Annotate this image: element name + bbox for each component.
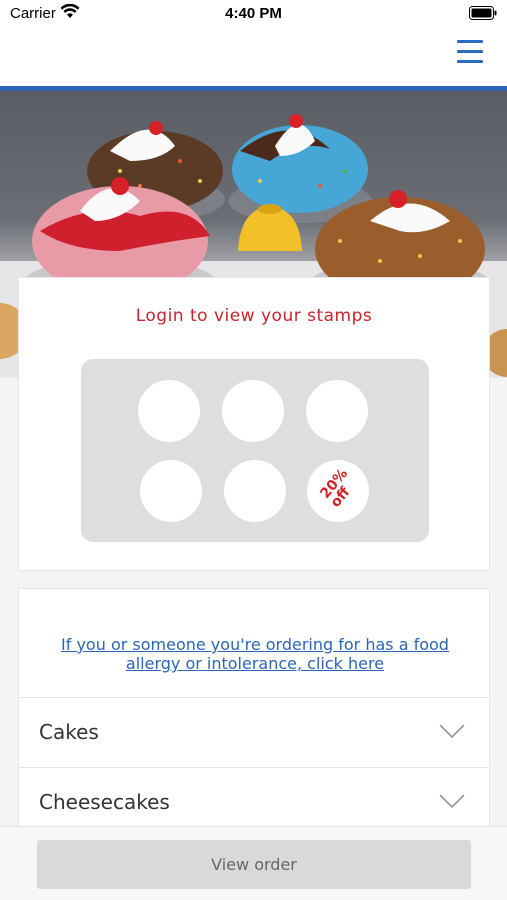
stamp-slot (222, 380, 284, 442)
category-label: Cakes (39, 720, 99, 744)
stamp-slot (306, 380, 368, 442)
allergy-info-link[interactable]: If you or someone you're ordering for ha… (39, 635, 471, 673)
hamburger-icon[interactable] (457, 40, 483, 64)
nav-bar (0, 28, 507, 86)
status-time: 4:40 PM (225, 5, 282, 22)
bottom-bar: View order (0, 826, 507, 900)
status-bar: Carrier 4:40 PM (0, 0, 507, 28)
reward-stamp: 20% off (307, 460, 369, 522)
stamp-slot (138, 380, 200, 442)
chevron-down-icon (439, 794, 465, 809)
stamp-slot (140, 460, 202, 522)
view-order-button[interactable]: View order (37, 840, 471, 889)
menu-card: If you or someone you're ordering for ha… (18, 588, 490, 848)
category-row-cakes[interactable]: Cakes (19, 697, 489, 767)
stamp-grid: 20% off (81, 359, 429, 542)
chevron-down-icon (439, 724, 465, 739)
category-label: Cheesecakes (39, 790, 170, 814)
stamp-slot (224, 460, 286, 522)
battery-icon (469, 6, 497, 20)
stamp-card: Login to view your stamps 20% off (18, 277, 490, 571)
login-stamps-link[interactable]: Login to view your stamps (19, 306, 489, 326)
